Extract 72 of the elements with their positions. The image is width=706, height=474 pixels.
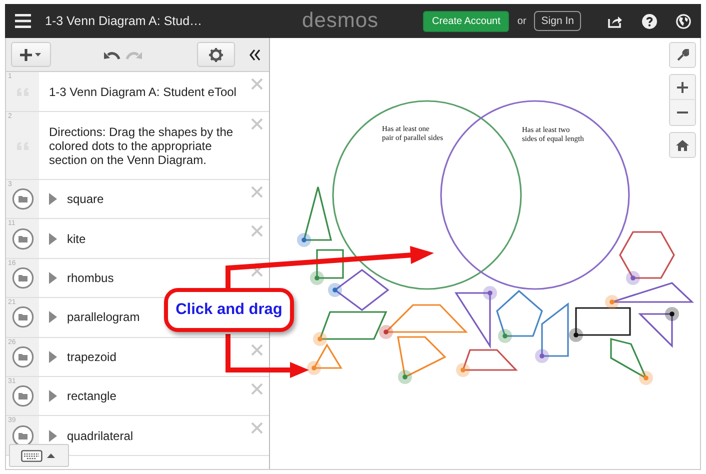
- folder-icon[interactable]: [12, 266, 34, 289]
- expression-text: 1-3 Venn Diagram A: Student eTool: [49, 84, 236, 98]
- zoom-out-button[interactable]: [669, 100, 696, 126]
- drag-handle[interactable]: [328, 283, 342, 297]
- keyboard-button[interactable]: [9, 444, 69, 467]
- shape-outline: [575, 307, 631, 336]
- plus-icon: [677, 82, 688, 92]
- drag-handle[interactable]: [605, 295, 619, 309]
- wrench-icon: [676, 49, 688, 61]
- settings-button[interactable]: [197, 42, 235, 67]
- caret-icon[interactable]: [49, 311, 57, 324]
- minus-icon: [677, 111, 688, 114]
- drag-handle[interactable]: [483, 286, 497, 300]
- drag-handle[interactable]: [379, 325, 393, 339]
- drag-handle[interactable]: [313, 332, 327, 346]
- undo-icon[interactable]: [103, 50, 121, 60]
- drag-handle[interactable]: [569, 328, 583, 342]
- folder-icon[interactable]: [12, 228, 34, 250]
- callout-tooltip: Click and drag: [164, 288, 294, 332]
- globe-icon[interactable]: [676, 14, 691, 28]
- shape-outline: [638, 313, 673, 348]
- drag-handle[interactable]: [535, 349, 549, 363]
- shape-outline: [312, 343, 342, 369]
- drag-handle[interactable]: [307, 361, 321, 375]
- drag-handle[interactable]: [639, 371, 653, 385]
- zoom-in-button[interactable]: [669, 74, 696, 100]
- folder-icon[interactable]: [12, 188, 34, 210]
- plus-icon: [20, 48, 42, 60]
- folder-icon[interactable]: [12, 346, 34, 368]
- expression-text: rhombus: [67, 270, 114, 285]
- sign-in-button[interactable]: Sign In: [534, 11, 581, 31]
- drag-handle[interactable]: [297, 233, 311, 247]
- expression-text: parallelogram: [67, 310, 140, 324]
- shape-outline: [302, 186, 332, 241]
- shape-outline: [619, 231, 675, 279]
- menu-icon[interactable]: [15, 14, 31, 28]
- folder-icon[interactable]: [12, 424, 34, 447]
- caret-icon[interactable]: [49, 350, 57, 363]
- settings-button[interactable]: [669, 42, 696, 68]
- caret-icon[interactable]: [49, 272, 57, 284]
- caret-icon[interactable]: [49, 430, 57, 442]
- drag-handle[interactable]: [456, 363, 470, 377]
- shape-outline: [397, 336, 446, 378]
- drag-handle[interactable]: [665, 307, 679, 321]
- help-icon[interactable]: [642, 14, 657, 28]
- expression-text: rectangle: [67, 389, 116, 404]
- home-button[interactable]: [669, 132, 696, 158]
- graph-title: 1-3 Venn Diagram A: Stud…: [45, 14, 202, 28]
- caret-icon[interactable]: [49, 232, 57, 245]
- caret-icon[interactable]: [49, 193, 57, 206]
- folder-icon[interactable]: [12, 306, 34, 328]
- expression-text: square: [67, 192, 104, 206]
- shape-outline: [610, 338, 648, 380]
- settings-icon: [209, 48, 223, 62]
- home-icon: [676, 140, 689, 150]
- caret-icon[interactable]: [49, 390, 57, 402]
- drag-handle[interactable]: [398, 370, 412, 384]
- folder-icon[interactable]: [12, 385, 34, 408]
- expression-text: kite: [67, 232, 86, 246]
- expression-text: trapezoid: [67, 350, 116, 364]
- expression-text: quadrilateral: [67, 428, 134, 443]
- expression-text: Directions: Drag the shapes by the colored dots to the appropriate section on the Venn Diagram.: [49, 124, 234, 166]
- collapse-icon[interactable]: [249, 48, 261, 60]
- logo: desmos: [302, 9, 379, 33]
- add-item-button[interactable]: [11, 42, 51, 67]
- or-text: or: [517, 16, 526, 26]
- create-account-button[interactable]: Create Account: [423, 10, 510, 32]
- drag-handle[interactable]: [498, 329, 512, 343]
- keyboard-icon: [21, 450, 57, 462]
- drag-handle[interactable]: [310, 271, 324, 285]
- share-icon[interactable]: [608, 14, 623, 28]
- drag-handle[interactable]: [626, 271, 640, 285]
